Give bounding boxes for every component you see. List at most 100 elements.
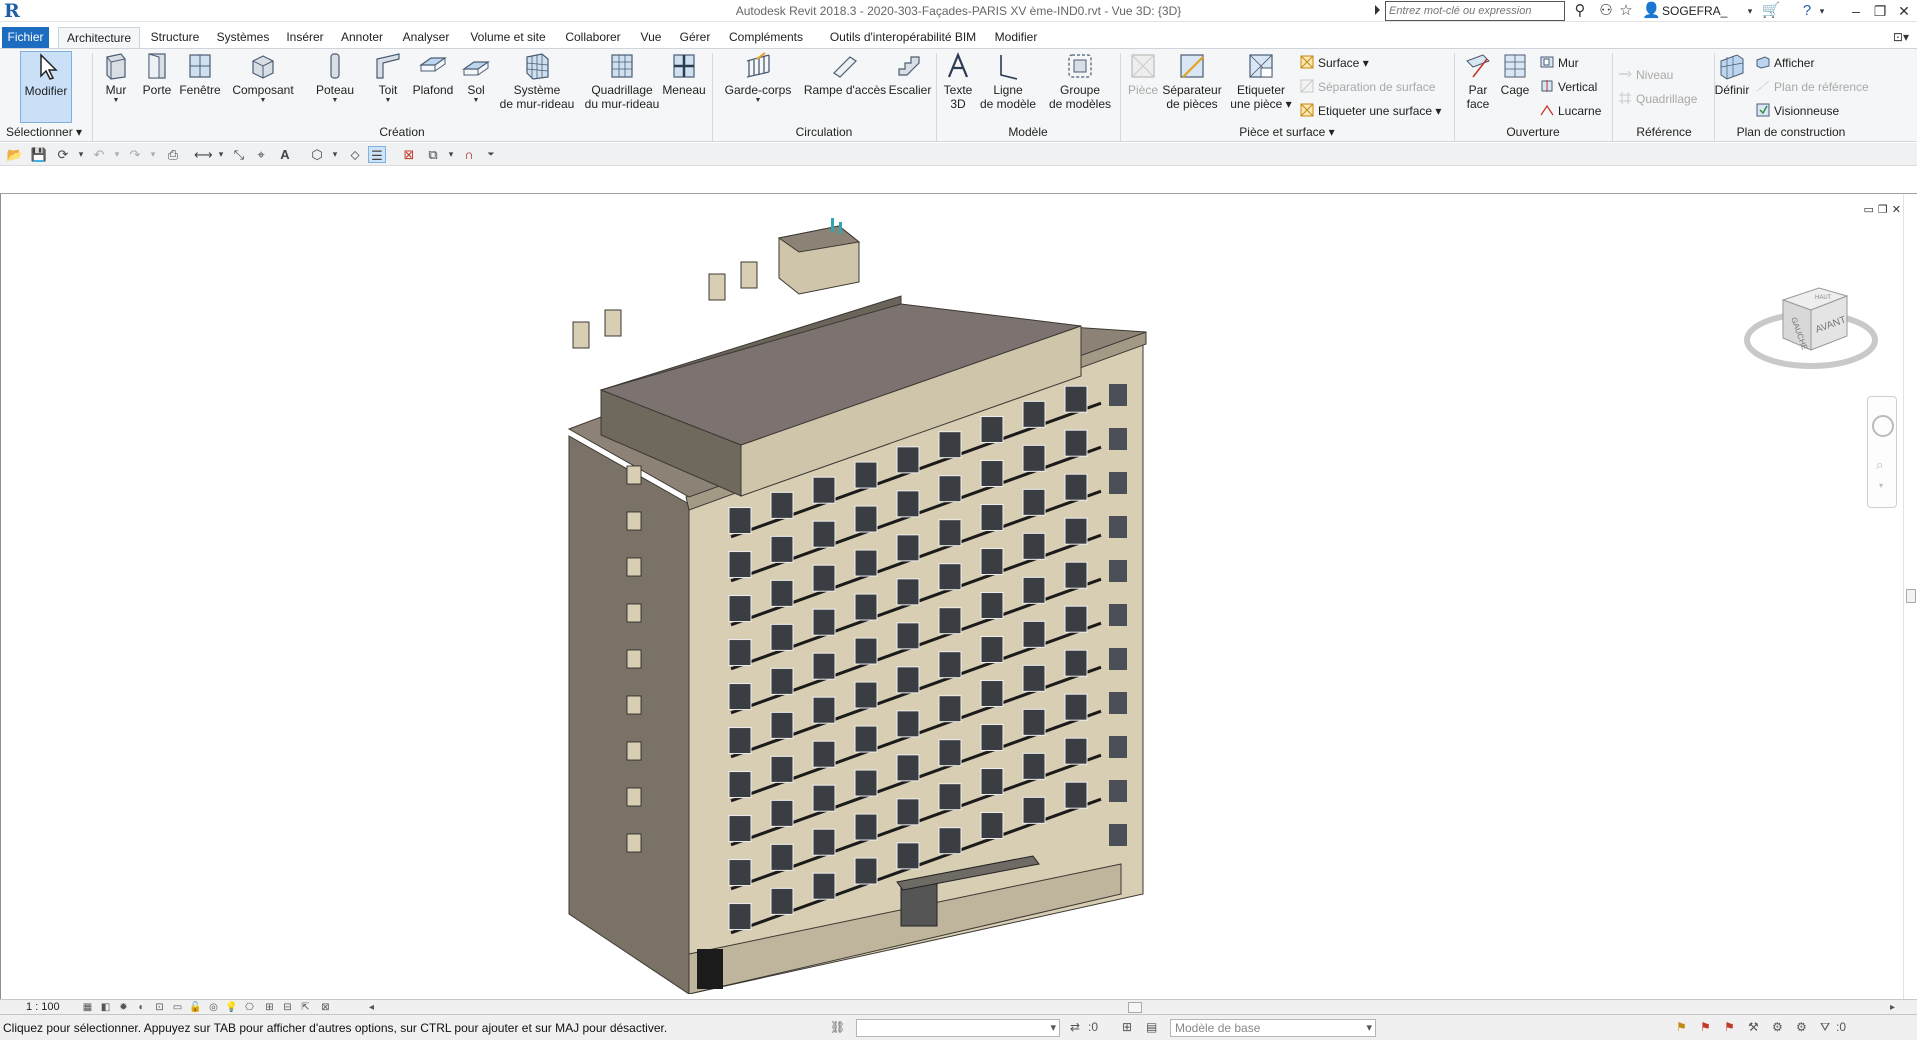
tag-area-button[interactable]: Etiqueter une surface ▾ [1300, 103, 1441, 119]
background-process-icon[interactable]: ⚙ [1796, 1020, 1807, 1034]
undo-dropdown-icon[interactable]: ▾ [108, 146, 126, 163]
tab-vue[interactable]: Vue [634, 27, 668, 48]
measure-icon[interactable]: ⟷ [194, 146, 213, 163]
tab-bim-interoperability[interactable]: Outils d'interopérabilité BIM [818, 27, 988, 48]
roof-button[interactable]: Toit ▼ [370, 51, 406, 105]
print-icon[interactable]: ⎙ [164, 146, 182, 163]
show-workplane-button[interactable]: Afficher [1756, 55, 1814, 71]
help-icon[interactable]: ? [1798, 2, 1816, 20]
ribbon-minimize-icon[interactable]: ⊡▾ [1893, 30, 1909, 44]
tab-analyser[interactable]: Analyser [398, 27, 454, 48]
curtain-system-button[interactable]: Système de mur-rideau [496, 51, 578, 111]
scroll-right-icon[interactable]: ▸ [1885, 1001, 1900, 1014]
text-icon[interactable]: A [276, 146, 294, 163]
worksets-icon[interactable]: ⛓ [830, 1020, 845, 1034]
reveal-constraints-icon[interactable]: ⊠ [318, 1001, 333, 1014]
opening-by-face-button[interactable]: Par face [1458, 51, 1498, 111]
3d-view-dropdown-icon[interactable]: ▾ [326, 146, 344, 163]
tab-annoter[interactable]: Annoter [336, 27, 388, 48]
unlocked-3d-view-icon[interactable]: 🔓 [188, 1001, 203, 1014]
cart-icon[interactable]: 🛒 [1760, 2, 1782, 20]
tab-modifier[interactable]: Modifier [986, 27, 1046, 48]
switch-windows-icon[interactable]: ⧉ [424, 146, 442, 163]
search-box[interactable] [1385, 1, 1565, 21]
active-design-option-icon[interactable]: ▤ [1146, 1020, 1157, 1034]
section-icon[interactable]: ⬦ [346, 146, 364, 163]
reveal-hidden-icon[interactable]: 💡 [224, 1001, 239, 1014]
steering-wheel-icon[interactable] [1872, 415, 1894, 437]
minimize-button[interactable]: – [1846, 1, 1866, 21]
crop-view-icon[interactable]: ⊡ [152, 1001, 167, 1014]
stair-button[interactable]: Escalier [888, 51, 932, 97]
viewcube[interactable]: HAUT GAUCHE AVANT [1741, 274, 1881, 384]
highlight-displacement-icon[interactable]: ⇱ [298, 1001, 313, 1014]
select-links-icon[interactable]: ⚑ [1676, 1020, 1687, 1034]
ceiling-button[interactable]: Plafond [410, 51, 456, 97]
curtain-grid-button[interactable]: Quadrillage du mur-rideau [580, 51, 664, 111]
viewer-button[interactable]: Visionneuse [1756, 103, 1839, 119]
navigation-bar[interactable]: ⌕ ▾ [1867, 396, 1897, 508]
drag-elements-icon[interactable]: ⚙ [1772, 1020, 1783, 1034]
building-3d-model[interactable] [561, 214, 1161, 994]
tag-icon[interactable]: ⌖ [252, 146, 270, 163]
wall-button[interactable]: Mur ▼ [98, 51, 134, 105]
customize-qat-icon[interactable]: ⏷ [482, 146, 500, 163]
workset-selector[interactable] [856, 1019, 1060, 1037]
close-button[interactable]: ✕ [1894, 1, 1914, 21]
switch-windows-dropdown-icon[interactable]: ▾ [442, 146, 460, 163]
magnet-icon[interactable]: ∩ [460, 146, 478, 163]
mullion-button[interactable]: Meneau [660, 51, 708, 97]
scroll-left-icon[interactable]: ◂ [364, 1001, 379, 1014]
worksharing-display-icon[interactable]: ⎔ [242, 1001, 257, 1014]
design-options-icon[interactable]: ⊞ [1122, 1020, 1132, 1034]
tab-gerer[interactable]: Gérer [676, 27, 714, 48]
level-button[interactable]: Niveau [1618, 67, 1673, 83]
favorites-star-icon[interactable]: ☆ [1616, 2, 1636, 20]
select-pinned-icon[interactable]: ⚑ [1724, 1020, 1735, 1034]
set-workplane-button[interactable]: Définir [1712, 51, 1752, 97]
floor-button[interactable]: Sol ▼ [458, 51, 494, 105]
vertical-scroll-thumb[interactable] [1906, 589, 1916, 603]
thin-lines-icon[interactable]: ☰ [368, 146, 386, 163]
tab-complements[interactable]: Compléments [722, 27, 810, 48]
filter-icon[interactable]: ⛛ [1820, 1020, 1830, 1035]
tab-collaborer[interactable]: Collaborer [560, 27, 626, 48]
view-scale[interactable]: 1 : 100 [26, 1001, 60, 1013]
comm-center-icon[interactable]: ⚇ [1596, 2, 1616, 20]
tab-structure[interactable]: Structure [146, 27, 204, 48]
vertical-scrollbar[interactable] [1903, 194, 1917, 999]
door-button[interactable]: Porte [138, 51, 176, 97]
zoom-dropdown-icon[interactable]: ▾ [1879, 481, 1883, 490]
maximize-button[interactable]: ❐ [1870, 1, 1890, 21]
show-crop-region-icon[interactable]: ▭ [170, 1001, 185, 1014]
model-group-button[interactable]: Groupe de modèles [1044, 51, 1116, 111]
select-underlay-icon[interactable]: ⚑ [1700, 1020, 1711, 1034]
redo-icon[interactable]: ↷ [126, 146, 144, 163]
user-dropdown-icon[interactable]: ▾ [1744, 2, 1756, 20]
select-by-face-icon[interactable]: ⚒ [1748, 1020, 1759, 1034]
component-button[interactable]: Composant ▼ [230, 51, 296, 105]
model-line-button[interactable]: Ligne de modèle [976, 51, 1040, 111]
save-icon[interactable]: 💾 [30, 146, 48, 163]
room-separator-button[interactable]: Séparateur de pièces [1162, 51, 1222, 111]
tab-systemes[interactable]: Systèmes [212, 27, 274, 48]
open-icon[interactable]: 📂 [6, 146, 24, 163]
default-3d-view-icon[interactable]: ⬡ [308, 146, 326, 163]
sync-icon[interactable]: ⟳ [54, 146, 72, 163]
tab-architecture[interactable]: Architecture [58, 27, 140, 48]
measure-dropdown-icon[interactable]: ▾ [212, 146, 230, 163]
user-name[interactable]: SOGEFRA_ [1662, 4, 1727, 18]
railing-button[interactable]: Garde-corps ▼ [718, 51, 798, 105]
undo-icon[interactable]: ↶ [90, 146, 108, 163]
sun-path-icon[interactable]: ✹ [116, 1001, 131, 1014]
temporary-view-properties-icon[interactable]: ⊞ [262, 1001, 277, 1014]
room-button[interactable]: Pièce [1124, 51, 1162, 97]
shaft-button[interactable]: Cage [1498, 51, 1532, 97]
aligned-dimension-icon[interactable]: ⤡ [230, 146, 248, 163]
editing-requests-icon[interactable]: ⇄ [1070, 1020, 1080, 1034]
area-button[interactable]: Surface ▾ [1300, 55, 1369, 71]
tab-fichier[interactable]: Fichier [2, 27, 49, 48]
window-button[interactable]: Fenêtre [178, 51, 222, 97]
design-option-selector[interactable]: Modèle de base [1170, 1019, 1376, 1037]
zoom-region-icon[interactable]: ⌕ [1876, 457, 1883, 473]
